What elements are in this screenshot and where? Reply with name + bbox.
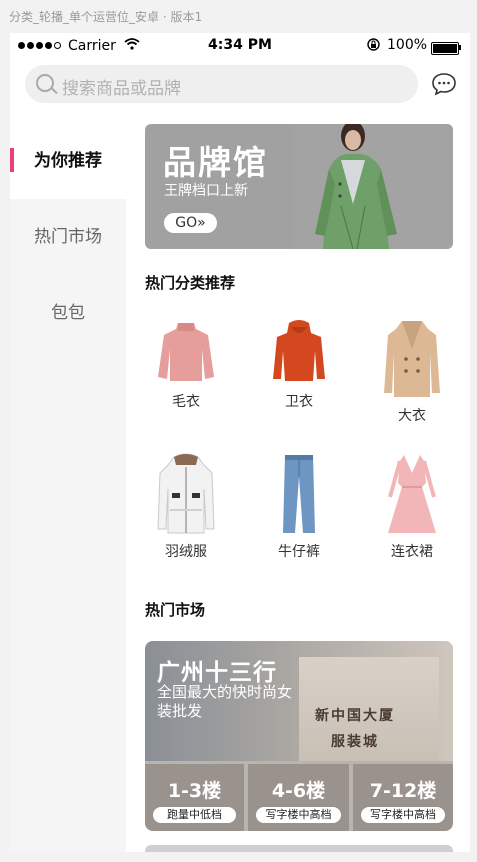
floor-tile-7-12[interactable]: 7-12楼 写字楼中高档 (353, 764, 453, 831)
banner-go-button[interactable]: GO» (164, 213, 217, 233)
active-indicator (10, 148, 14, 172)
floor-name: 1-3楼 (167, 780, 222, 802)
category-label: 牛仔裤 (278, 544, 320, 560)
floor-tag: 跑量中低档 (153, 807, 236, 823)
status-bar: Carrier 4:34 PM 100% (10, 33, 470, 59)
floor-name: 7-12楼 (369, 780, 437, 802)
battery-percent: 100% (387, 37, 428, 53)
sidebar-item-label: 包包 (51, 303, 85, 323)
category-label: 卫衣 (285, 394, 313, 410)
sweater-icon (158, 323, 214, 381)
down-jacket-icon (157, 453, 215, 534)
sidebar-item-recommend[interactable]: 为你推荐 (10, 123, 126, 199)
coat-icon (384, 321, 440, 397)
sidebar-item-bags[interactable]: 包包 (10, 275, 126, 351)
battery-icon (431, 42, 459, 55)
search-icon (36, 74, 54, 92)
floor-name: 4-6楼 (271, 780, 326, 802)
market-title: 广州十三行 (157, 660, 277, 686)
category-coat[interactable]: 大衣 (372, 319, 452, 425)
floor-tag: 写字楼中高档 (361, 807, 445, 823)
model-coat-image (293, 124, 453, 249)
category-down-jacket[interactable]: 羽绒服 (146, 453, 226, 561)
category-sweater[interactable]: 毛衣 (146, 319, 226, 411)
battery-cap (459, 45, 461, 50)
mall-building-image: 新中国大厦 服装城 (299, 657, 439, 761)
mall-sign-line1: 新中国大厦 (315, 708, 395, 724)
market-card-shisanhang[interactable]: 新中国大厦 服装城 广州十三行 全国最大的快时尚女装批发 1-3楼 跑量中低档 … (145, 641, 453, 831)
sidebar-item-label: 为你推荐 (34, 151, 102, 171)
category-jeans[interactable]: 牛仔裤 (259, 453, 339, 561)
category-label: 大衣 (398, 408, 426, 424)
banner-title: 品牌馆 (163, 143, 268, 182)
category-dress[interactable]: 连衣裙 (372, 453, 452, 561)
category-hoodie[interactable]: 卫衣 (259, 319, 339, 411)
market-subtitle: 全国最大的快时尚女装批发 (157, 683, 293, 720)
mall-sign-line2: 服装城 (331, 734, 379, 750)
floor-tag: 写字楼中高档 (256, 807, 341, 823)
next-market-card-peek[interactable] (145, 845, 453, 852)
floor-tile-1-3[interactable]: 1-3楼 跑量中低档 (145, 764, 244, 831)
brand-hall-banner[interactable]: 品牌馆 王牌档口上新 GO» (145, 124, 453, 249)
phone-screen: Carrier 4:34 PM 100% 搜索商品或品牌 为你推荐 热门市场 包… (10, 33, 470, 852)
banner-subtitle: 王牌档口上新 (164, 183, 248, 199)
search-bar[interactable]: 搜索商品或品牌 (25, 65, 418, 103)
search-placeholder: 搜索商品或品牌 (62, 79, 181, 99)
category-label: 连衣裙 (391, 544, 433, 560)
jeans-icon (283, 455, 315, 533)
sidebar-item-label: 热门市场 (34, 227, 102, 247)
sidebar-item-hot-markets[interactable]: 热门市场 (10, 199, 126, 275)
message-icon[interactable] (431, 72, 457, 96)
category-label: 毛衣 (172, 394, 200, 410)
section-title-markets: 热门市场 (145, 601, 206, 619)
category-sidebar: 为你推荐 热门市场 包包 (10, 123, 126, 852)
hoodie-icon (273, 320, 325, 381)
rotation-lock-icon (367, 38, 380, 54)
document-title: 分类_轮播_单个运营位_安卓 · 版本1 (9, 10, 203, 24)
section-title-categories: 热门分类推荐 (145, 274, 236, 292)
category-label: 羽绒服 (165, 544, 207, 560)
dress-icon (388, 455, 436, 533)
floor-tile-4-6[interactable]: 4-6楼 写字楼中高档 (248, 764, 349, 831)
